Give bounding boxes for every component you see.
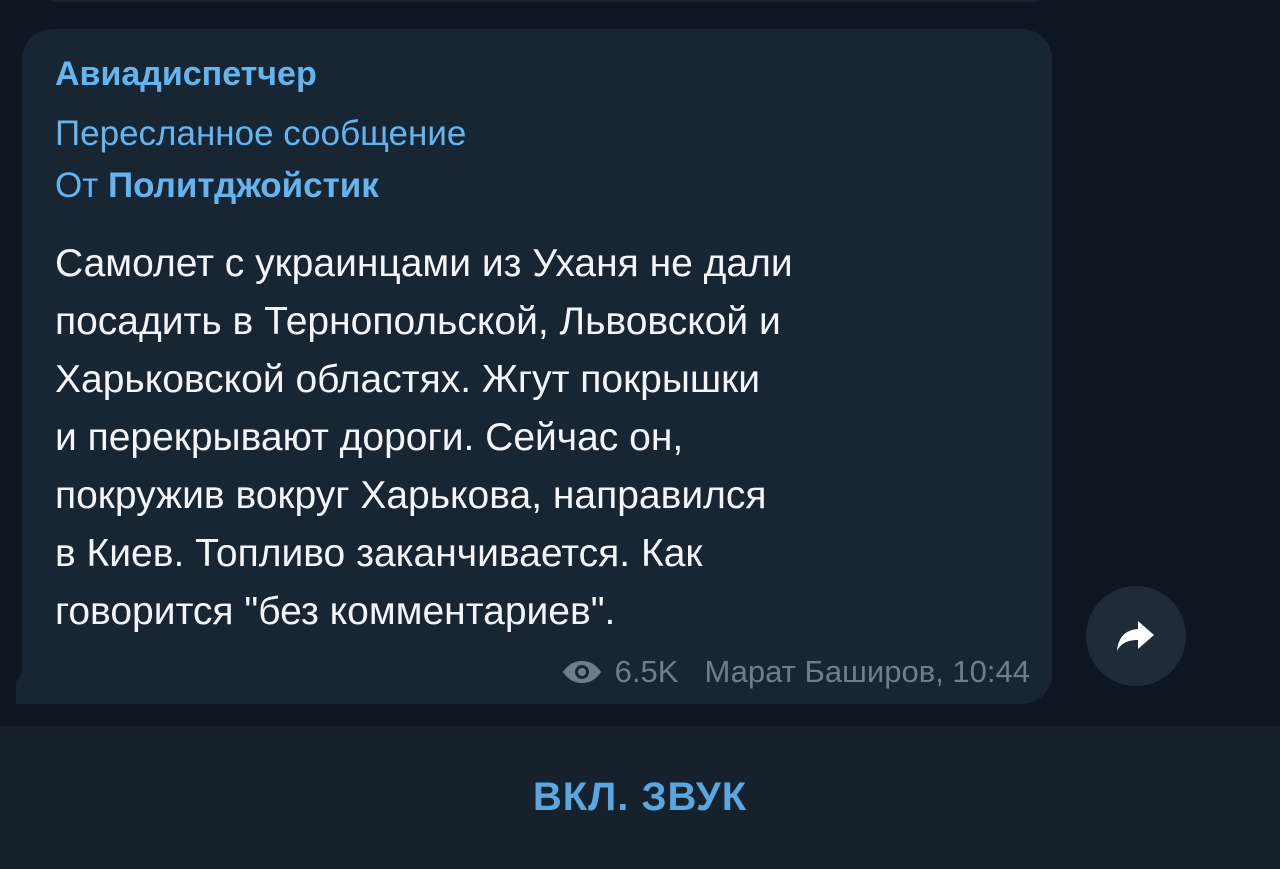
forwarded-from-prefix: От: [55, 166, 108, 205]
previous-message-bubble-edge: [40, 0, 1050, 2]
bottom-bar: ВКЛ. ЗВУК: [0, 726, 1280, 869]
unmute-button[interactable]: ВКЛ. ЗВУК: [533, 775, 747, 820]
forwarded-message-label: Пересланное сообщение: [55, 114, 467, 153]
channel-name[interactable]: Авиадиспетчер: [55, 55, 317, 94]
message-text: Самолет с украинцами из Уханя не дали по…: [55, 242, 793, 633]
forwarded-from[interactable]: От Политджойстик: [55, 166, 379, 206]
share-arrow-icon: [1117, 621, 1154, 651]
eye-icon: [562, 661, 601, 683]
view-count: 6.5K: [614, 654, 679, 689]
share-button[interactable]: [1086, 586, 1186, 686]
forwarded-from-name[interactable]: Политджойстик: [108, 166, 379, 205]
message-meta: 6.5K Марат Баширов, 10:44: [561, 654, 1030, 690]
bubble-tail: [4, 675, 34, 704]
message-bubble[interactable]: Авиадиспетчер Пересланное сообщение От П…: [22, 29, 1052, 704]
signature-time: Марат Баширов, 10:44: [704, 654, 1030, 689]
